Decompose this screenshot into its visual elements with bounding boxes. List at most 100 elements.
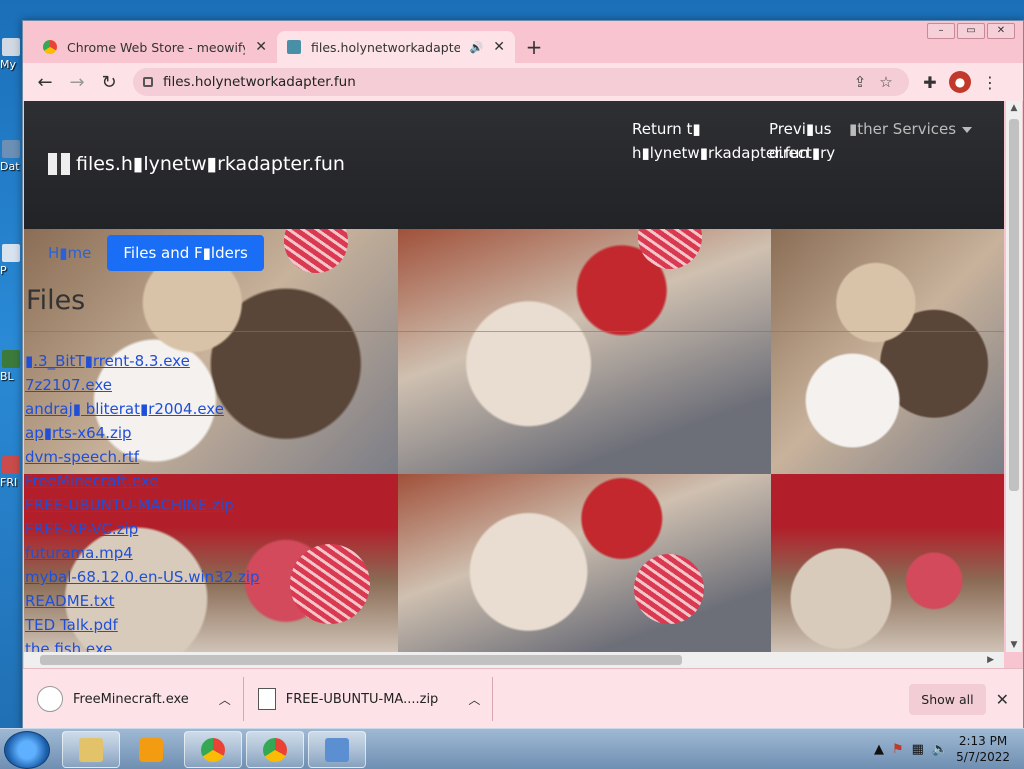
nav-return-home[interactable]: Return t▮ h▮lynetw▮rkadapter.fun xyxy=(632,117,809,165)
exe-file-icon xyxy=(37,686,63,712)
profile-avatar[interactable]: ● xyxy=(949,71,971,93)
scroll-up-arrow-icon[interactable]: ▲ xyxy=(1006,103,1022,113)
list-item: README.txt xyxy=(25,589,260,613)
forward-button[interactable]: → xyxy=(61,72,93,93)
site-brand[interactable]: files.h▮lynetw▮rkadapter.fun xyxy=(48,153,345,175)
desktop-icon-my-computer[interactable]: My xyxy=(0,38,22,71)
breadcrumb-home[interactable]: H▮me xyxy=(48,244,91,262)
taskbar: ▲ ⚑ ▦ 🔈 2:13 PM 5/7/2022 xyxy=(0,728,1024,769)
clock[interactable]: 2:13 PM 5/7/2022 xyxy=(956,733,1010,765)
desktop-icon-label: My xyxy=(0,58,17,71)
list-item: FREE-UBUNTU-MACHINE.zip xyxy=(25,493,260,517)
file-link[interactable]: the fish.exe xyxy=(25,640,113,652)
tab-title: files.holynetworkadapter.fun xyxy=(311,39,460,55)
desktop-icon-label: FRI xyxy=(0,476,18,489)
file-link[interactable]: 7z2107.exe xyxy=(25,376,112,394)
vertical-scrollbar[interactable]: ▲ ▼ xyxy=(1006,101,1022,652)
scroll-right-arrow-icon[interactable]: ▶ xyxy=(987,652,994,668)
list-item: the fish.exe xyxy=(25,637,260,652)
reload-button[interactable]: ↻ xyxy=(93,72,125,93)
horizontal-scrollbar[interactable]: ▶ xyxy=(24,652,1004,668)
app-icon xyxy=(2,350,20,368)
nav-other-services[interactable]: ▮ther Services xyxy=(849,117,973,141)
system-tray: ▲ ⚑ ▦ 🔈 2:13 PM 5/7/2022 xyxy=(874,729,1024,769)
file-link[interactable]: dvm-speech.rtf xyxy=(25,448,139,466)
file-link[interactable]: FREE-XP-VC.zip xyxy=(25,520,138,538)
start-button[interactable] xyxy=(4,731,50,769)
book-icon xyxy=(287,40,301,54)
tab-files-site[interactable]: files.holynetworkadapter.fun 🔊 ✕ xyxy=(277,31,515,63)
browser-window: – ▭ ✕ Chrome Web Store - meowify ✕ files… xyxy=(22,20,1024,730)
file-link[interactable]: ap▮rts-x64.zip xyxy=(25,424,132,442)
page-viewport[interactable]: files.h▮lynetw▮rkadapter.fun Return t▮ h… xyxy=(24,101,1004,652)
file-link[interactable]: andraj▮ bliterat▮r2004.exe xyxy=(25,400,224,418)
desktop-icon-p[interactable]: P xyxy=(0,244,22,277)
taskbar-chrome-2[interactable] xyxy=(246,731,304,768)
file-link[interactable]: TED Talk.pdf xyxy=(25,616,118,634)
desktop-icon-fri[interactable]: FRI xyxy=(0,456,22,489)
breadcrumb-current[interactable]: Files and F▮lders xyxy=(107,235,264,271)
file-link[interactable]: ▮.3_BitT▮rrent-8.3.exe xyxy=(25,352,190,370)
desktop-icon-label: BL xyxy=(0,370,14,383)
show-all-button[interactable]: Show all xyxy=(909,683,986,715)
share-icon[interactable]: ⇪ xyxy=(847,73,873,91)
file-link[interactable]: futurama.mp4 xyxy=(25,544,133,562)
list-item: mybal-68.12.0.en-US.win32.zip xyxy=(25,565,260,589)
file-link[interactable]: FreeMinecraft.exe xyxy=(25,472,159,490)
close-downloads-icon[interactable]: ✕ xyxy=(996,690,1009,709)
tab-chrome-web-store[interactable]: Chrome Web Store - meowify ✕ xyxy=(33,31,277,63)
download-filename: FreeMinecraft.exe xyxy=(73,691,189,707)
bookmark-star-icon[interactable]: ☆ xyxy=(873,73,899,91)
list-item: 7z2107.exe xyxy=(25,373,260,397)
folder-icon xyxy=(79,738,103,762)
desktop-icon-bl[interactable]: BL xyxy=(0,350,22,383)
taskbar-control-panel[interactable] xyxy=(308,731,366,768)
show-hidden-icons[interactable]: ▲ xyxy=(874,742,884,757)
computer-icon xyxy=(2,38,20,56)
browser-toolbar: ← → ↻ files.holynetworkadapter.fun ⇪ ☆ ✚… xyxy=(23,63,1023,101)
desktop-icon-data[interactable]: Dat xyxy=(0,140,22,173)
media-player-icon xyxy=(139,738,163,762)
taskbar-explorer[interactable] xyxy=(62,731,120,768)
new-tab-button[interactable]: + xyxy=(519,33,549,63)
lock-icon[interactable] xyxy=(143,77,153,87)
action-center-flag-icon[interactable]: ⚑ xyxy=(892,742,904,757)
scrollbar-thumb[interactable] xyxy=(1009,119,1019,491)
chrome-icon xyxy=(263,738,287,762)
app-icon xyxy=(2,456,20,474)
file-link[interactable]: README.txt xyxy=(25,592,115,610)
menu-kebab-icon[interactable]: ⋮ xyxy=(977,73,1003,92)
close-tab-icon[interactable]: ✕ xyxy=(255,39,267,55)
folder-icon xyxy=(2,140,20,158)
site-brand-text: files.h▮lynetw▮rkadapter.fun xyxy=(76,153,345,175)
nav-other-services-label: ▮ther Services xyxy=(849,120,957,138)
nav-previous-directory[interactable]: Previ▮us direct▮ry xyxy=(769,117,839,165)
extensions-puzzle-icon[interactable]: ✚ xyxy=(917,73,943,92)
back-button[interactable]: ← xyxy=(29,72,61,93)
scrollbar-thumb[interactable] xyxy=(40,655,682,665)
file-link[interactable]: mybal-68.12.0.en-US.win32.zip xyxy=(25,568,260,586)
maximize-button[interactable]: ▭ xyxy=(957,23,985,39)
kitten-image xyxy=(771,229,1004,474)
network-icon[interactable]: ▦ xyxy=(912,742,924,757)
url-text[interactable]: files.holynetworkadapter.fun xyxy=(163,74,847,90)
close-window-button[interactable]: ✕ xyxy=(987,23,1015,39)
download-item[interactable]: FREE-UBUNTU-MA....zip ︿ xyxy=(244,677,494,721)
taskbar-media-player[interactable] xyxy=(122,731,180,768)
chevron-up-icon[interactable]: ︿ xyxy=(219,691,231,708)
breadcrumb: H▮me Files and F▮lders xyxy=(48,235,264,271)
address-bar[interactable]: files.holynetworkadapter.fun ⇪ ☆ xyxy=(133,68,909,96)
kitten-image xyxy=(398,229,771,474)
chevron-up-icon[interactable]: ︿ xyxy=(468,691,480,708)
audio-playing-icon[interactable]: 🔊 xyxy=(470,41,484,54)
download-item[interactable]: FreeMinecraft.exe ︿ xyxy=(23,677,244,721)
taskbar-chrome-1[interactable] xyxy=(184,731,242,768)
close-tab-icon[interactable]: ✕ xyxy=(493,39,505,55)
minimize-button[interactable]: – xyxy=(927,23,955,39)
zip-file-icon xyxy=(257,688,276,710)
file-link[interactable]: FREE-UBUNTU-MACHINE.zip xyxy=(25,496,234,514)
desktop-icon-label: Dat xyxy=(0,160,20,173)
scroll-down-arrow-icon[interactable]: ▼ xyxy=(1006,640,1022,650)
site-navbar: files.h▮lynetw▮rkadapter.fun Return t▮ h… xyxy=(24,101,1004,229)
volume-icon[interactable]: 🔈 xyxy=(932,742,948,757)
